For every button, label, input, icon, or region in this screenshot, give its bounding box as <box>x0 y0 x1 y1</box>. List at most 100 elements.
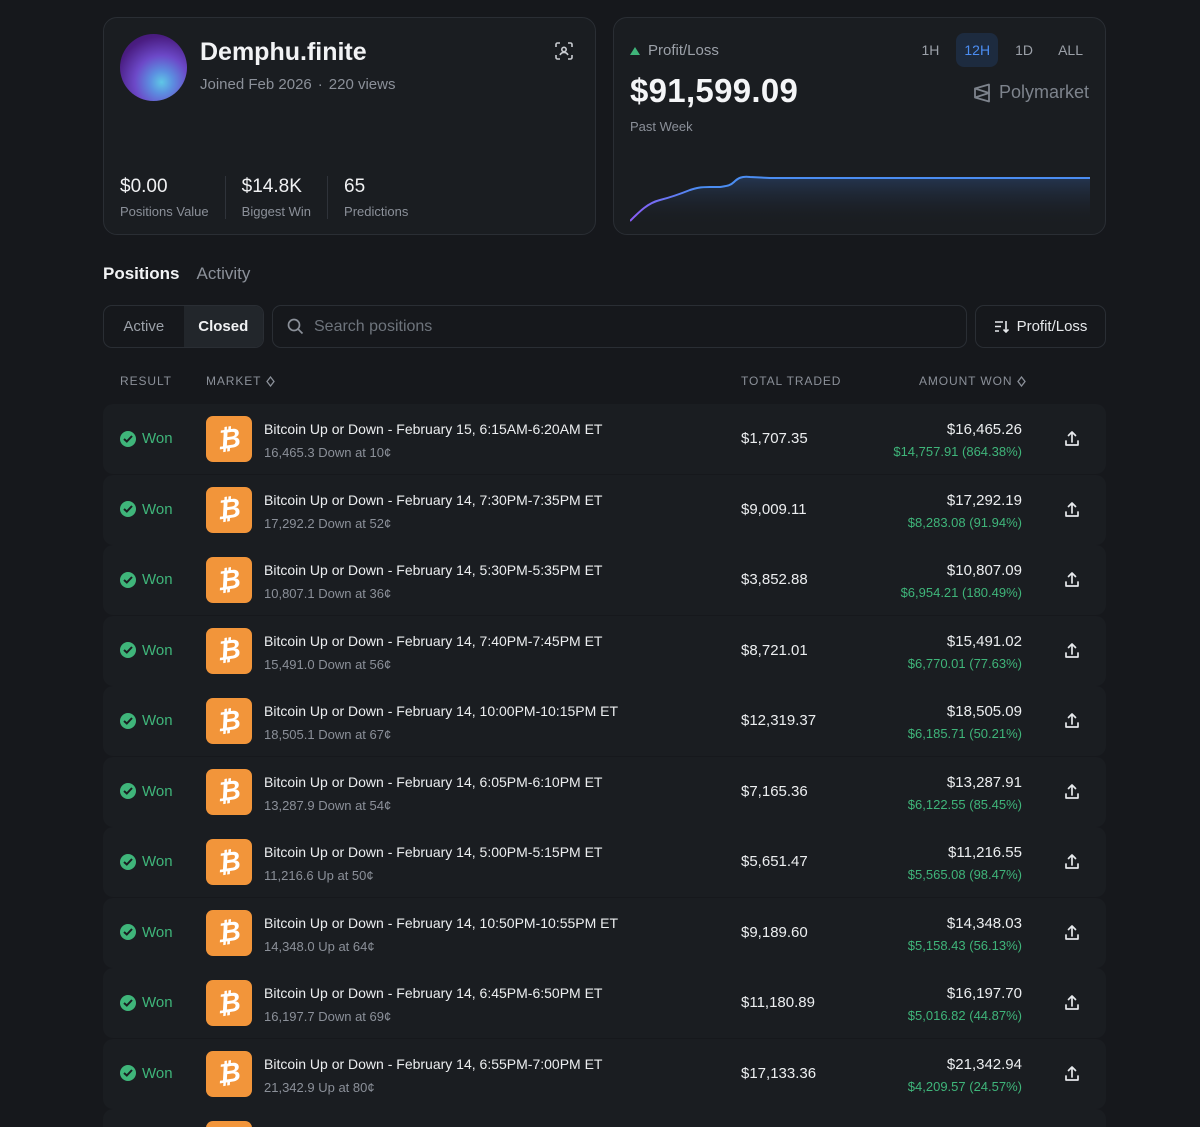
total-traded: $3,852.88 <box>741 571 808 588</box>
share-icon[interactable] <box>1064 430 1080 448</box>
total-traded: $8,721.01 <box>741 641 808 659</box>
market-title[interactable]: Bitcoin Up or Down - February 14, 5:30PM… <box>264 562 602 578</box>
market-title[interactable]: Bitcoin Up or Down - February 14, 6:45PM… <box>264 985 602 1001</box>
stat-value: $0.00 <box>120 176 168 197</box>
profit-gain: $14,757.91 (864.38%) <box>893 444 1022 459</box>
pnl-card: Profit/Loss $91,599.09 Past Week 1H 12H … <box>613 17 1106 235</box>
market-position: 21,342.9 Up at 80¢ <box>264 1079 375 1095</box>
amount-won: $15,491.02 <box>946 632 1022 650</box>
table-row[interactable]: Won ₿ Bitcoin Up or Down - February 14, … <box>103 686 1106 756</box>
pnl-label: Profit/Loss <box>630 42 719 59</box>
period-all[interactable]: ALL <box>1050 33 1091 67</box>
bitcoin-icon: ₿ <box>206 486 252 533</box>
profile-stats: $0.00 Positions Value $14.8K Biggest Win… <box>120 176 440 219</box>
result-status: Won <box>120 1065 173 1082</box>
market-position: 16,197.7 Down at 69¢ <box>264 1009 392 1024</box>
scan-icon[interactable] <box>555 42 573 60</box>
stat-label: Predictions <box>344 204 409 219</box>
amount-won: $11,216.55 <box>948 844 1022 861</box>
market-title[interactable]: Bitcoin Up or Down - February 14, 5:00PM… <box>264 844 602 860</box>
table-row[interactable]: Won ₿ Bitcoin Up or Down - February 14, … <box>103 968 1106 1038</box>
share-icon[interactable] <box>1064 924 1080 942</box>
header-market[interactable]: MARKET <box>206 374 276 388</box>
check-circle-icon <box>120 642 136 658</box>
table-row[interactable]: Won ₿ Bitcoin Up or Down - February 14, … <box>103 615 1106 686</box>
sort-icon <box>994 321 1009 333</box>
market-title[interactable]: Bitcoin Up or Down - February 15, 6:15AM… <box>264 421 602 437</box>
amount-won: $17,292.19 <box>946 491 1022 509</box>
period-1d[interactable]: 1D <box>1004 33 1044 67</box>
share-icon[interactable] <box>1064 712 1080 730</box>
pnl-label-text: Profit/Loss <box>648 42 719 59</box>
total-traded: $9,189.60 <box>741 923 808 941</box>
avatar <box>120 34 187 101</box>
profit-gain: $5,565.08 (98.47%) <box>907 867 1022 882</box>
sparkline-area <box>630 176 1090 226</box>
tab-positions[interactable]: Positions <box>103 264 180 284</box>
market-title[interactable]: Bitcoin Up or Down - February 14, 6:05PM… <box>264 774 602 790</box>
bitcoin-icon: ₿ <box>206 627 252 674</box>
tab-activity[interactable]: Activity <box>197 264 251 284</box>
share-icon[interactable] <box>1064 571 1080 589</box>
sort-button[interactable]: Profit/Loss <box>975 305 1106 348</box>
share-icon[interactable] <box>1064 501 1080 519</box>
total-traded: $9,009.11 <box>741 500 807 518</box>
profit-gain: $8,283.08 (91.94%) <box>907 514 1022 530</box>
result-label: Won <box>142 923 173 941</box>
positions-table: Won ₿ Bitcoin Up or Down - February 15, … <box>103 404 1106 1127</box>
result-status: Won <box>120 501 173 518</box>
market-title[interactable]: Bitcoin Up or Down - February 14, 6:55PM… <box>264 1056 602 1072</box>
period-1h[interactable]: 1H <box>910 33 950 67</box>
result-label: Won <box>142 712 173 729</box>
table-row[interactable]: Won ₿ Bitcoin Up or Down - February 15, … <box>103 404 1106 474</box>
share-icon[interactable] <box>1064 1065 1080 1083</box>
profit-gain: $5,016.82 (44.87%) <box>907 1008 1022 1023</box>
market-position: 15,491.0 Down at 56¢ <box>264 656 392 672</box>
stat-label: Positions Value <box>120 204 209 219</box>
search-box <box>272 305 967 348</box>
profit-gain: $6,954.21 (180.49%) <box>900 585 1022 600</box>
table-row[interactable]: Won ₿ Bitcoin Up or Down - February 14, … <box>103 545 1106 615</box>
table-row[interactable]: Won ₿ Bitcoin Up or Down - February 14, … <box>103 897 1106 968</box>
result-label: Won <box>142 994 173 1011</box>
market-position: 13,287.9 Down at 54¢ <box>264 797 392 813</box>
period-selector: 1H 12H 1D ALL <box>910 33 1091 67</box>
result-status: Won <box>120 430 173 447</box>
table-row[interactable]: Won ₿ Bitcoin Up or Down - February 14, … <box>103 756 1106 827</box>
market-title[interactable]: Bitcoin Up or Down - February 14, 10:50P… <box>264 915 618 931</box>
result-status: Won <box>120 642 173 659</box>
search-input[interactable] <box>314 317 934 336</box>
header-amount-won[interactable]: AMOUNT WON <box>919 374 1027 388</box>
amount-won: $16,465.26 <box>946 421 1022 438</box>
sort-label: Profit/Loss <box>1016 318 1088 335</box>
filter-closed-button[interactable]: Closed <box>183 306 263 347</box>
table-row[interactable]: Won ₿ Bitcoin Up or Down - February 14, … <box>103 827 1106 897</box>
share-icon[interactable] <box>1064 994 1080 1012</box>
market-title[interactable]: Bitcoin Up or Down - February 14, 10:00P… <box>264 703 618 719</box>
share-icon[interactable] <box>1064 783 1080 801</box>
share-icon[interactable] <box>1064 642 1080 660</box>
bitcoin-icon: ₿ <box>206 557 252 603</box>
profit-gain: $6,185.71 (50.21%) <box>907 726 1022 741</box>
period-12h[interactable]: 12H <box>956 33 999 67</box>
total-traded: $7,165.36 <box>741 782 808 800</box>
amount-won: $10,807.09 <box>946 562 1022 579</box>
pnl-sparkline <box>630 175 1090 226</box>
filter-active-button[interactable]: Active <box>104 306 184 347</box>
market-title[interactable]: Bitcoin Up or Down - February 14, 7:30PM… <box>264 492 602 508</box>
check-circle-icon <box>120 571 136 588</box>
amount-won: $13,287.91 <box>946 773 1022 791</box>
check-circle-icon <box>120 501 136 517</box>
sort-diamond-icon <box>266 375 276 387</box>
bitcoin-icon: ₿ <box>206 698 252 744</box>
meta-separator: · <box>317 76 323 93</box>
market-title[interactable]: Bitcoin Up or Down - February 14, 7:40PM… <box>264 633 602 649</box>
bitcoin-icon: ₿ <box>206 416 252 462</box>
table-row[interactable]: Won ₿ Bitcoin Up or Down - February 14, … <box>103 1038 1106 1109</box>
stat-predictions: 65 Predictions <box>344 176 424 219</box>
share-icon[interactable] <box>1064 853 1080 871</box>
profit-gain: $6,122.55 (85.45%) <box>907 796 1022 812</box>
table-row[interactable]: Won ₿ Bitcoin Up or Down - February 14, … <box>103 474 1106 545</box>
check-circle-icon <box>120 1065 136 1081</box>
stat-value: 65 <box>344 176 366 197</box>
